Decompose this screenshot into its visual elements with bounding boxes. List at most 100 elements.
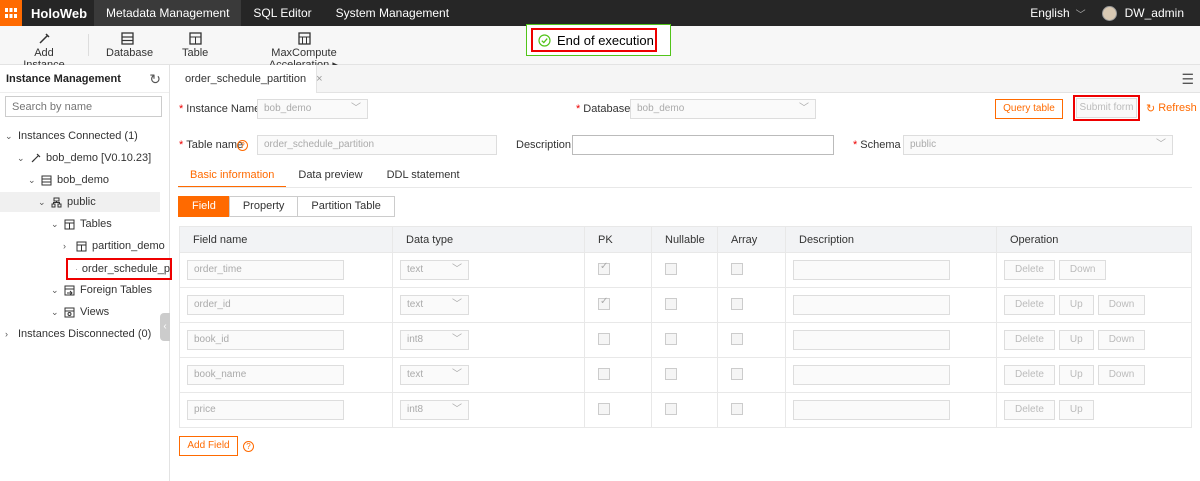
array-checkbox[interactable] [731, 332, 743, 345]
schema-icon [51, 197, 62, 207]
chevron-right-icon: › [63, 241, 66, 251]
help-icon[interactable]: ? [243, 441, 254, 452]
description-cell-input[interactable] [793, 330, 950, 350]
chevron-down-icon: ﹀ [351, 103, 361, 114]
tree-label-order-schedule: order_schedule_p [81, 263, 170, 275]
data-type-select[interactable]: int8 ﹀ [400, 330, 469, 350]
execution-toast: End of execution [526, 24, 671, 56]
nav-tab-system-management[interactable]: System Management [324, 0, 461, 26]
refresh-button[interactable]: ↻ Refresh [1146, 102, 1197, 115]
segment-field[interactable]: Field [178, 196, 230, 217]
sidebar-title: Instance Management [0, 65, 169, 93]
pk-checkbox[interactable] [598, 261, 610, 275]
array-checkbox[interactable] [731, 402, 743, 415]
close-icon[interactable]: × [316, 73, 322, 85]
submit-form-button[interactable]: Submit form [1076, 98, 1137, 118]
nav-tab-metadata[interactable]: Metadata Management [94, 0, 242, 26]
description-cell-input[interactable] [793, 400, 950, 420]
nullable-checkbox[interactable] [665, 402, 677, 415]
description-cell-input[interactable] [793, 365, 950, 385]
tree-instances-disconnected[interactable]: › Instances Disconnected (0) [5, 324, 151, 344]
nullable-checkbox[interactable] [665, 332, 677, 345]
data-type-select[interactable]: int8 ﹀ [400, 400, 469, 420]
field-name-input[interactable]: order_time [187, 260, 344, 280]
down-button[interactable]: Down [1097, 330, 1146, 350]
field-name-input[interactable]: book_id [187, 330, 344, 350]
chevron-down-icon: ⌄ [28, 175, 36, 185]
database-button[interactable]: Database [106, 32, 153, 59]
table-name-input[interactable]: order_schedule_partition [257, 135, 497, 155]
schema-select[interactable]: public ﹀ [903, 135, 1173, 155]
down-button[interactable]: Down [1097, 295, 1146, 315]
table-icon [76, 268, 77, 270]
table-button[interactable]: Table [182, 32, 208, 59]
refresh-icon[interactable]: ↻ [149, 71, 161, 88]
pk-checkbox[interactable] [598, 402, 610, 415]
down-button[interactable]: Down [1058, 260, 1107, 280]
description-input[interactable] [572, 135, 834, 155]
tree-schema-public[interactable]: ⌄ public [0, 192, 160, 212]
sidebar-collapse-handle[interactable]: ‹ [160, 313, 170, 341]
segment-property[interactable]: Property [228, 196, 299, 217]
delete-button[interactable]: Delete [1004, 330, 1055, 350]
instance-name-select[interactable]: bob_demo ﹀ [257, 99, 368, 119]
pk-checkbox[interactable] [598, 367, 610, 380]
tree-database[interactable]: ⌄ bob_demo [28, 170, 109, 190]
col-operation: Operation [996, 226, 1192, 253]
delete-button[interactable]: Delete [1004, 365, 1055, 385]
language-selector[interactable]: English ﹀ [1030, 6, 1085, 21]
query-table-button[interactable]: Query table [995, 99, 1063, 119]
up-button[interactable]: Up [1058, 330, 1094, 350]
array-checkbox[interactable] [731, 262, 743, 275]
field-name-input[interactable]: order_id [187, 295, 344, 315]
tree-foreign-tables[interactable]: ⌄ Foreign Tables [51, 280, 152, 300]
tree-table-order-schedule[interactable]: order_schedule_p [66, 258, 172, 280]
tree-label-disconnected: Instances Disconnected (0) [18, 328, 152, 340]
nullable-checkbox[interactable] [665, 262, 677, 275]
delete-button[interactable]: Delete [1004, 260, 1055, 280]
description-cell-input[interactable] [793, 295, 950, 315]
tab-order-schedule-partition[interactable]: order_schedule_partition × [171, 65, 323, 93]
description-cell-input[interactable] [793, 260, 950, 280]
success-check-icon [538, 33, 551, 47]
avatar[interactable] [1101, 5, 1117, 21]
tab-data-preview[interactable]: Data preview [286, 166, 374, 188]
chevron-down-icon: ﹀ [452, 299, 462, 310]
tree-views[interactable]: ⌄ Views [51, 302, 109, 322]
nullable-checkbox[interactable] [665, 367, 677, 380]
up-button[interactable]: Up [1058, 400, 1094, 420]
nullable-checkbox[interactable] [665, 297, 677, 310]
up-button[interactable]: Up [1058, 295, 1094, 315]
database-icon [120, 32, 134, 45]
array-checkbox[interactable] [731, 367, 743, 380]
tree-label-foreign-tables: Foreign Tables [80, 284, 152, 296]
add-field-button[interactable]: Add Field [179, 436, 238, 456]
pk-checkbox[interactable] [598, 296, 610, 310]
tree-tables[interactable]: ⌄ Tables [51, 214, 112, 234]
up-button[interactable]: Up [1058, 365, 1094, 385]
data-type-select[interactable]: text ﹀ [400, 365, 469, 385]
down-button[interactable]: Down [1097, 365, 1146, 385]
delete-button[interactable]: Delete [1004, 400, 1055, 420]
search-input[interactable] [5, 96, 162, 117]
tree-label-tables: Tables [80, 218, 112, 230]
user-name[interactable]: DW_admin [1125, 6, 1184, 20]
delete-button[interactable]: Delete [1004, 295, 1055, 315]
tab-basic-information[interactable]: Basic information [178, 166, 287, 188]
help-icon[interactable]: ? [237, 140, 248, 151]
tree-instance-bob-demo[interactable]: ⌄ bob_demo [V0.10.23] [17, 148, 151, 168]
tree-table-partition-demo[interactable]: › partition_demo [63, 236, 165, 256]
chevron-down-icon: ⌄ [38, 197, 46, 207]
database-select[interactable]: bob_demo ﹀ [630, 99, 816, 119]
segment-partition-table[interactable]: Partition Table [297, 196, 395, 217]
data-type-select[interactable]: text ﹀ [400, 295, 469, 315]
nav-tab-sql-editor[interactable]: SQL Editor [241, 0, 323, 26]
tree-instances-connected[interactable]: ⌄ Instances Connected (1) [5, 126, 138, 146]
array-checkbox[interactable] [731, 297, 743, 310]
field-name-input[interactable]: price [187, 400, 344, 420]
field-name-input[interactable]: book_name [187, 365, 344, 385]
menu-icon[interactable]: ☰ [1181, 71, 1194, 88]
pk-checkbox[interactable] [598, 332, 610, 345]
tab-ddl-statement[interactable]: DDL statement [375, 166, 472, 188]
data-type-select[interactable]: text ﹀ [400, 260, 469, 280]
